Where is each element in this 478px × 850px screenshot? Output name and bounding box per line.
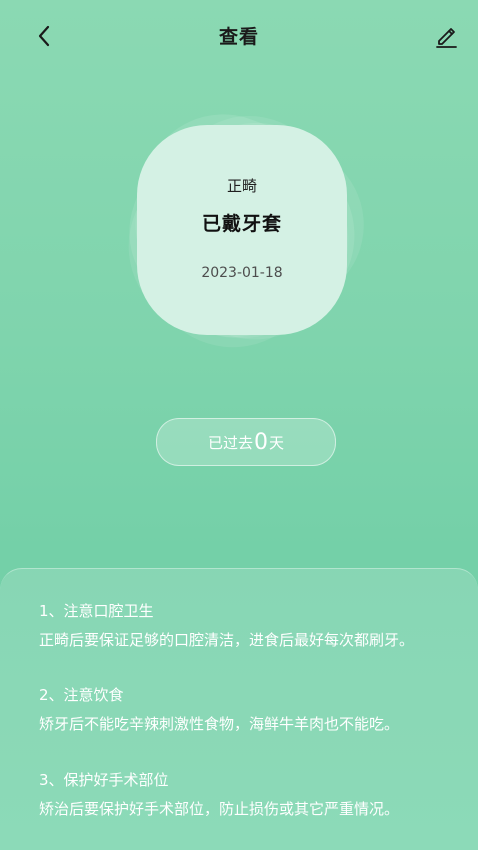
tip-title: 3、保护好手术部位	[39, 771, 169, 789]
tip-title: 2、注意饮食	[39, 686, 124, 704]
pencil-icon	[436, 28, 457, 48]
elapsed-suffix: 天	[269, 433, 285, 452]
edit-button[interactable]	[430, 20, 462, 52]
tip-body: 正畸后要保证足够的口腔清洁，进食后最好每次都刷牙。	[39, 631, 415, 649]
header-bar: 查看	[0, 0, 478, 72]
elapsed-days-badge: 已过去 0 天	[156, 418, 336, 466]
tip-title: 1、注意口腔卫生	[39, 602, 154, 620]
tip-body: 矫治后要保护好手术部位，防止损伤或其它严重情况。	[39, 800, 400, 818]
status-card: 正畸 已戴牙套 2023-01-18	[137, 125, 347, 335]
tip-item: 3、保护好手术部位 矫治后要保护好手术部位，防止损伤或其它严重情况。	[39, 770, 458, 819]
status-date: 2023-01-18	[201, 265, 283, 281]
status-label: 已戴牙套	[201, 213, 282, 235]
page-title: 查看	[218, 26, 259, 48]
tip-item: 1、注意口腔卫生 正畸后要保证足够的口腔清洁，进食后最好每次都刷牙。	[39, 601, 458, 650]
care-tips-panel: 1、注意口腔卫生 正畸后要保证足够的口腔清洁，进食后最好每次都刷牙。 2、注意饮…	[0, 568, 478, 850]
tip-body: 矫牙后不能吃辛辣刺激性食物，海鲜牛羊肉也不能吃。	[39, 715, 400, 733]
tip-item: 2、注意饮食 矫牙后不能吃辛辣刺激性食物，海鲜牛羊肉也不能吃。	[39, 685, 458, 734]
elapsed-days-count: 0	[254, 429, 268, 455]
stage-label: 正畸	[226, 177, 257, 195]
elapsed-prefix: 已过去	[207, 433, 253, 452]
